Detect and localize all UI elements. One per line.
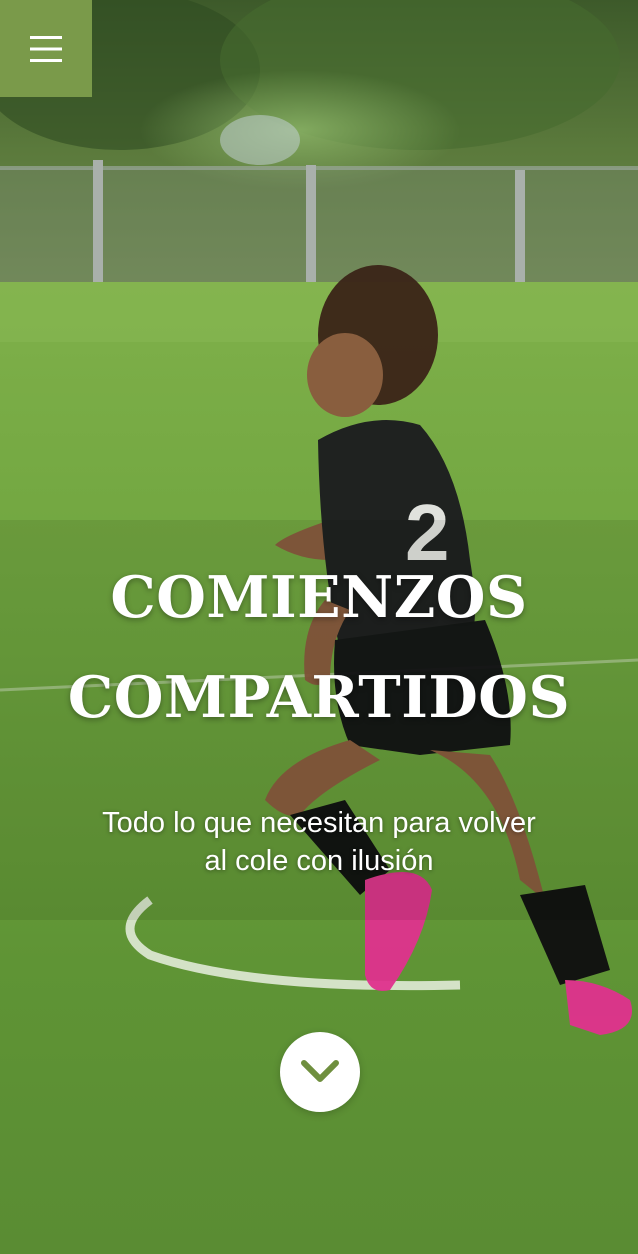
scroll-down-button[interactable]	[280, 1032, 360, 1112]
hero-subtitle-line-1: Todo lo que necesitan para volver	[102, 807, 536, 839]
hero-title-line-1: COMIENZOS	[110, 564, 528, 631]
hero-title: COMIENZOS COMPARTIDOS	[40, 548, 598, 748]
menu-toggle-button[interactable]	[0, 0, 92, 97]
chevron-down-icon	[301, 1060, 339, 1082]
hamburger-menu-icon	[30, 35, 62, 62]
hero-title-line-2: COMPARTIDOS	[67, 664, 571, 731]
hero-subtitle: Todo lo que necesitan para volver al col…	[60, 804, 578, 880]
hero-section: 2 COMIENZOS COMPARTIDOS Todo lo que nece…	[0, 0, 638, 1254]
hero-subtitle-line-2: al cole con ilusión	[204, 845, 434, 877]
